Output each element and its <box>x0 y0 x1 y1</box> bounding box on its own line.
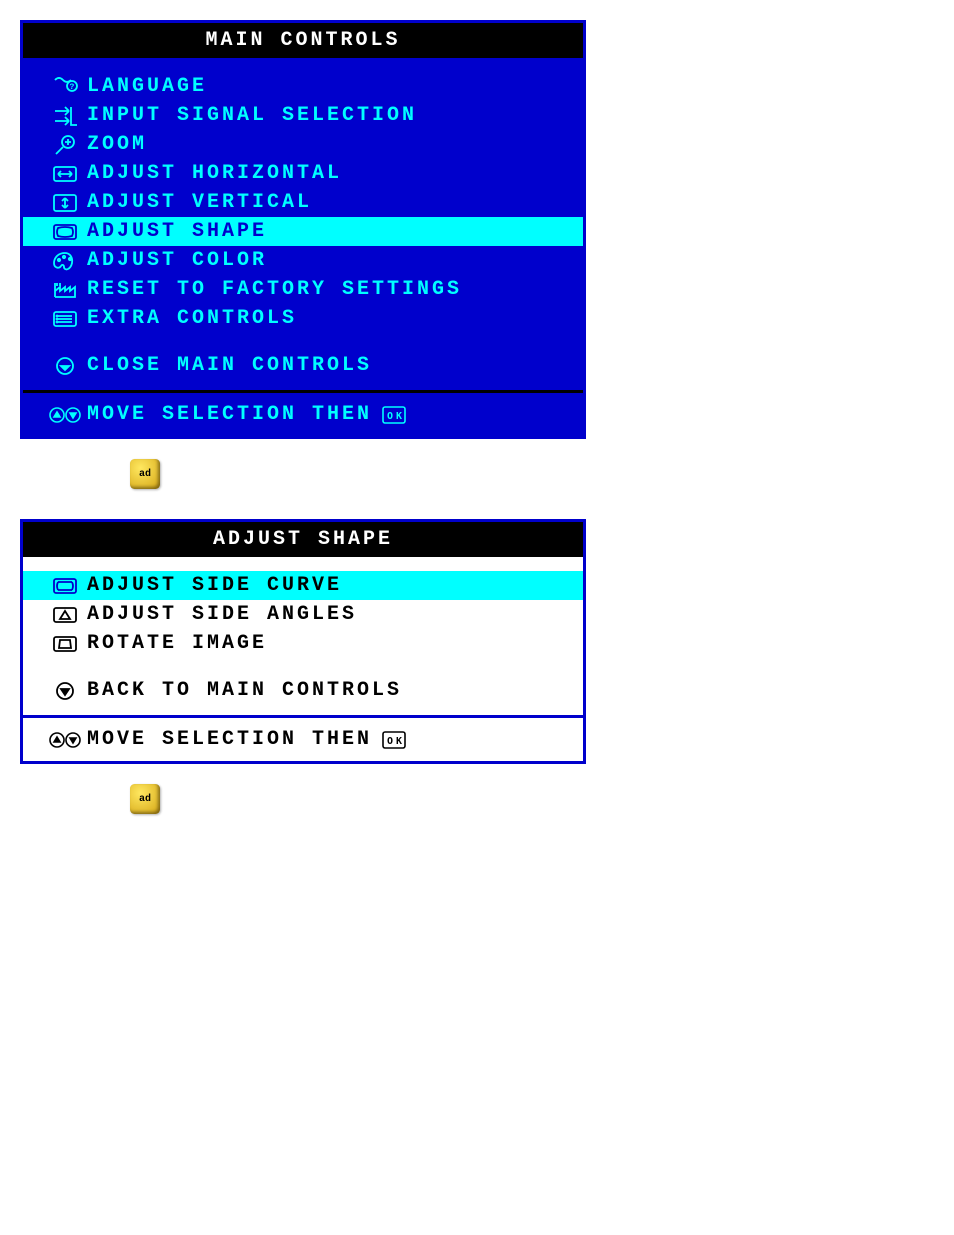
ok-button[interactable]: ad <box>130 784 160 814</box>
menu-label: ADJUST SIDE ANGLES <box>87 603 357 626</box>
menu-item-adjust-shape[interactable]: ADJUST SHAPE <box>23 217 583 246</box>
ok-icon: OK <box>382 731 406 749</box>
ok-button-label: ad <box>139 794 151 805</box>
side-angles-icon <box>43 604 87 626</box>
menu-item-adjust-color[interactable]: ADJUST COLOR <box>23 246 583 275</box>
footer-text: MOVE SELECTION THEN <box>87 728 372 751</box>
menu-label: BACK TO MAIN CONTROLS <box>87 679 402 702</box>
footer-text: MOVE SELECTION THEN <box>87 403 372 426</box>
vertical-icon <box>43 192 87 214</box>
menu-item-zoom[interactable]: ZOOM <box>23 130 583 159</box>
menu-item-back[interactable]: BACK TO MAIN CONTROLS <box>23 676 583 705</box>
svg-text:OK: OK <box>387 411 405 422</box>
zoom-icon <box>43 134 87 156</box>
menu-label: ADJUST HORIZONTAL <box>87 162 342 185</box>
menu-label: RESET TO FACTORY SETTINGS <box>87 278 462 301</box>
menu-label: INPUT SIGNAL SELECTION <box>87 104 417 127</box>
up-down-icon <box>43 729 87 751</box>
back-down-icon <box>43 680 87 702</box>
menu-label: EXTRA CONTROLS <box>87 307 297 330</box>
menu-label: ADJUST SHAPE <box>87 220 267 243</box>
adjust-shape-footer: MOVE SELECTION THEN OK <box>23 715 583 761</box>
menu-item-reset-factory[interactable]: RESET TO FACTORY SETTINGS <box>23 275 583 304</box>
adjust-shape-title: ADJUST SHAPE <box>23 522 583 557</box>
menu-item-close[interactable]: CLOSE MAIN CONTROLS <box>23 351 583 380</box>
main-controls-body: ? LANGUAGE INPUT SIGNAL SELECTION ZOOM A… <box>23 58 583 390</box>
adjust-shape-panel: ADJUST SHAPE ADJUST SIDE CURVE ADJUST SI… <box>20 519 586 764</box>
menu-item-input-signal[interactable]: INPUT SIGNAL SELECTION <box>23 101 583 130</box>
rotate-icon <box>43 633 87 655</box>
ok-icon: OK <box>382 406 406 424</box>
main-controls-footer: MOVE SELECTION THEN OK <box>23 390 583 436</box>
svg-text:OK: OK <box>387 736 405 747</box>
ok-button[interactable]: ad <box>130 459 160 489</box>
spacer <box>23 658 583 676</box>
menu-label: CLOSE MAIN CONTROLS <box>87 354 372 377</box>
menu-label: ADJUST SIDE CURVE <box>87 574 342 597</box>
menu-label: ZOOM <box>87 133 147 156</box>
menu-item-rotate-image[interactable]: ROTATE IMAGE <box>23 629 583 658</box>
close-down-icon <box>43 355 87 377</box>
menu-label: LANGUAGE <box>87 75 207 98</box>
adjust-shape-body: ADJUST SIDE CURVE ADJUST SIDE ANGLES ROT… <box>23 557 583 715</box>
main-controls-title: MAIN CONTROLS <box>23 23 583 58</box>
side-curve-icon <box>43 575 87 597</box>
main-controls-panel: MAIN CONTROLS ? LANGUAGE INPUT SIGNAL SE… <box>20 20 586 439</box>
menu-label: ROTATE IMAGE <box>87 632 267 655</box>
language-icon: ? <box>43 76 87 98</box>
factory-icon <box>43 279 87 301</box>
extra-controls-icon <box>43 308 87 330</box>
menu-item-adjust-vertical[interactable]: ADJUST VERTICAL <box>23 188 583 217</box>
horizontal-icon <box>43 163 87 185</box>
spacer <box>23 333 583 351</box>
menu-item-language[interactable]: ? LANGUAGE <box>23 72 583 101</box>
input-signal-icon <box>43 105 87 127</box>
menu-label: ADJUST COLOR <box>87 249 267 272</box>
menu-item-extra-controls[interactable]: EXTRA CONTROLS <box>23 304 583 333</box>
ok-button-label: ad <box>139 469 151 480</box>
color-icon <box>43 250 87 272</box>
menu-item-side-angles[interactable]: ADJUST SIDE ANGLES <box>23 600 583 629</box>
svg-text:?: ? <box>70 83 78 92</box>
shape-icon <box>43 221 87 243</box>
menu-item-side-curve[interactable]: ADJUST SIDE CURVE <box>23 571 583 600</box>
menu-item-adjust-horizontal[interactable]: ADJUST HORIZONTAL <box>23 159 583 188</box>
up-down-icon <box>43 404 87 426</box>
menu-label: ADJUST VERTICAL <box>87 191 312 214</box>
